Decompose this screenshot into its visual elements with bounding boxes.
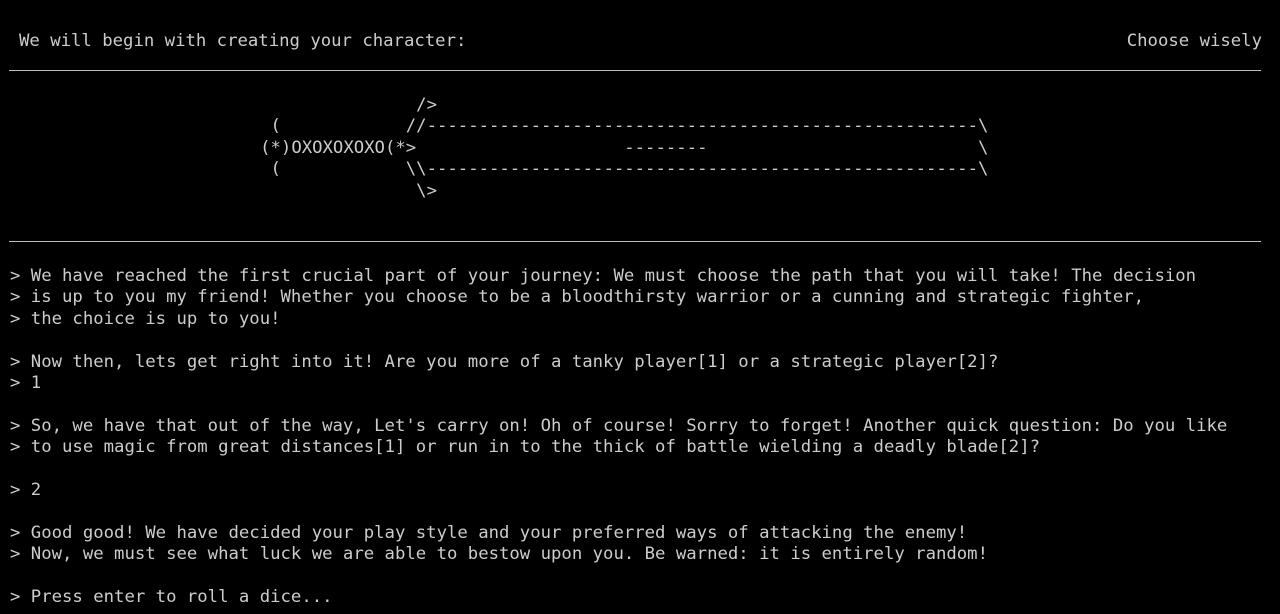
console-header: We will begin with creating your charact…: [10, 31, 1262, 53]
art-line: ( \\------------------------------------…: [0, 159, 989, 180]
question-playstyle: > Now then, lets get right into it! Are …: [10, 351, 999, 372]
question-attack-line: > So, we have that out of the way, Let's…: [10, 415, 1228, 436]
art-line: />: [0, 95, 437, 115]
art-line: (*)OXOXOXOXO(*> -------- \: [0, 137, 989, 158]
console-transcript: > We have reached the first crucial part…: [10, 266, 1275, 608]
sword-ascii-art: /> ( //---------------------------------…: [0, 95, 988, 202]
header-title: We will begin with creating your charact…: [19, 31, 467, 51]
answer-playstyle: > 1: [10, 372, 42, 393]
intro-line: > the choice is up to you!: [10, 308, 281, 329]
question-attack-line: > to use magic from great distances[1] o…: [10, 437, 1041, 458]
roll-dice-prompt[interactable]: > Press enter to roll a dice...: [10, 587, 1275, 608]
intro-line: > We have reached the first crucial part…: [10, 266, 1197, 286]
bottom-divider: [9, 241, 1261, 242]
art-line: \>: [0, 180, 437, 201]
summary-line: > Now, we must see what luck we are able…: [10, 544, 988, 565]
summary-line: > Good good! We have decided your play s…: [10, 522, 968, 543]
answer-attack: > 2: [10, 479, 42, 500]
top-divider: [9, 70, 1261, 71]
intro-line: > is up to you my friend! Whether you ch…: [10, 287, 1145, 308]
art-line: ( //------------------------------------…: [0, 116, 989, 137]
header-tagline: Choose wisely: [1126, 31, 1262, 51]
console-window[interactable]: We will begin with creating your charact…: [0, 0, 1280, 614]
